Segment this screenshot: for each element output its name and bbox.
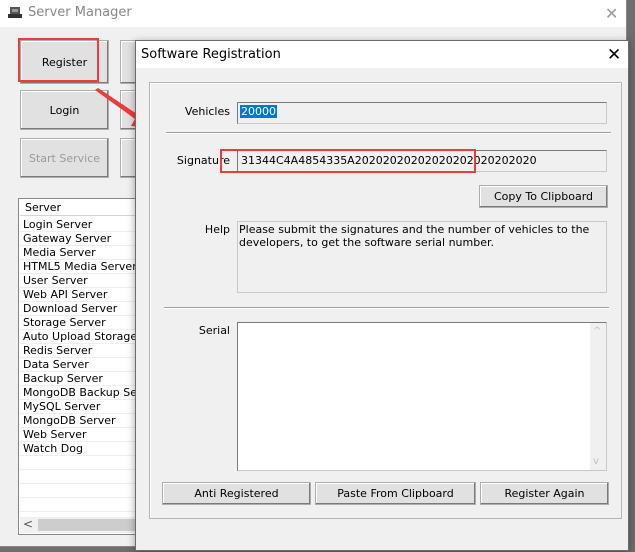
scrollbar-thumb[interactable] bbox=[38, 519, 138, 531]
help-label: Help bbox=[204, 223, 230, 236]
server-list-item[interactable]: MongoDB Server bbox=[20, 414, 138, 428]
server-list-item[interactable]: Watch Dog bbox=[20, 442, 138, 456]
server-list-item[interactable]: Login Server bbox=[20, 218, 138, 232]
serial-label: Serial bbox=[198, 324, 230, 337]
server-column-header[interactable]: Server bbox=[20, 200, 138, 216]
serial-textarea[interactable]: ^ v bbox=[237, 322, 607, 471]
server-list-item[interactable]: Backup Server bbox=[20, 372, 138, 386]
dialog-title: Software Registration bbox=[141, 47, 281, 62]
vehicles-input[interactable]: 20000 bbox=[237, 102, 607, 124]
server-manager-icon bbox=[8, 7, 22, 18]
server-list-item[interactable]: Download Server bbox=[20, 302, 138, 316]
server-list-item[interactable]: HTML5 Media Server bbox=[20, 260, 138, 274]
server-list-item[interactable]: MongoDB Backup Server bbox=[20, 386, 138, 400]
horizontal-scrollbar[interactable]: < bbox=[20, 517, 138, 533]
server-list-empty-row bbox=[20, 470, 138, 484]
signature-highlight-box bbox=[220, 149, 476, 173]
server-list[interactable]: Server Login Server Gateway Server Media S… bbox=[18, 198, 138, 535]
separator bbox=[164, 307, 609, 309]
paste-from-clipboard-button[interactable]: Paste From Clipboard bbox=[315, 482, 476, 505]
register-again-button[interactable]: Register Again bbox=[480, 482, 609, 505]
main-window-title: Server Manager bbox=[28, 5, 132, 20]
separator bbox=[166, 132, 611, 134]
scroll-left-icon[interactable]: < bbox=[23, 517, 33, 531]
server-list-item[interactable]: Redis Server bbox=[20, 344, 138, 358]
start-service-button[interactable]: Start Service bbox=[20, 138, 109, 178]
register-highlight-box bbox=[18, 38, 99, 82]
dialog-titlebar: Software Registration ✕ bbox=[136, 41, 628, 68]
server-list-item[interactable]: Media Server bbox=[20, 246, 138, 260]
vehicles-label: Vehicles bbox=[184, 105, 230, 118]
copy-to-clipboard-button[interactable]: Copy To Clipboard bbox=[479, 185, 608, 208]
dialog-close-icon[interactable]: ✕ bbox=[607, 45, 621, 65]
vehicles-value: 20000 bbox=[240, 105, 277, 118]
anti-registered-button[interactable]: Anti Registered bbox=[162, 482, 311, 505]
server-list-empty-row bbox=[20, 484, 138, 498]
server-list-empty-row bbox=[20, 456, 138, 470]
help-text: Please submit the signatures and the num… bbox=[237, 221, 607, 293]
server-list-item[interactable]: MySQL Server bbox=[20, 400, 138, 414]
server-list-item[interactable]: Storage Server bbox=[20, 316, 138, 330]
server-list-item[interactable]: Gateway Server bbox=[20, 232, 138, 246]
server-list-item[interactable]: Web API Server bbox=[20, 288, 138, 302]
server-list-item[interactable]: Auto Upload Storage S... bbox=[20, 330, 138, 344]
software-registration-dialog: Software Registration ✕ Vehicles 20000 S… bbox=[135, 40, 629, 551]
main-close-icon[interactable]: ✕ bbox=[605, 4, 618, 23]
server-list-empty-row bbox=[20, 498, 138, 512]
scroll-down-icon[interactable]: v bbox=[593, 456, 599, 467]
main-titlebar: Server Manager ✕ bbox=[0, 0, 626, 27]
server-list-item[interactable]: User Server bbox=[20, 274, 138, 288]
scroll-up-icon[interactable]: ^ bbox=[593, 326, 601, 337]
serial-vertical-scrollbar[interactable]: ^ v bbox=[590, 323, 606, 470]
server-list-item[interactable]: Data Server bbox=[20, 358, 138, 372]
server-list-item[interactable]: Web Server bbox=[20, 428, 138, 442]
